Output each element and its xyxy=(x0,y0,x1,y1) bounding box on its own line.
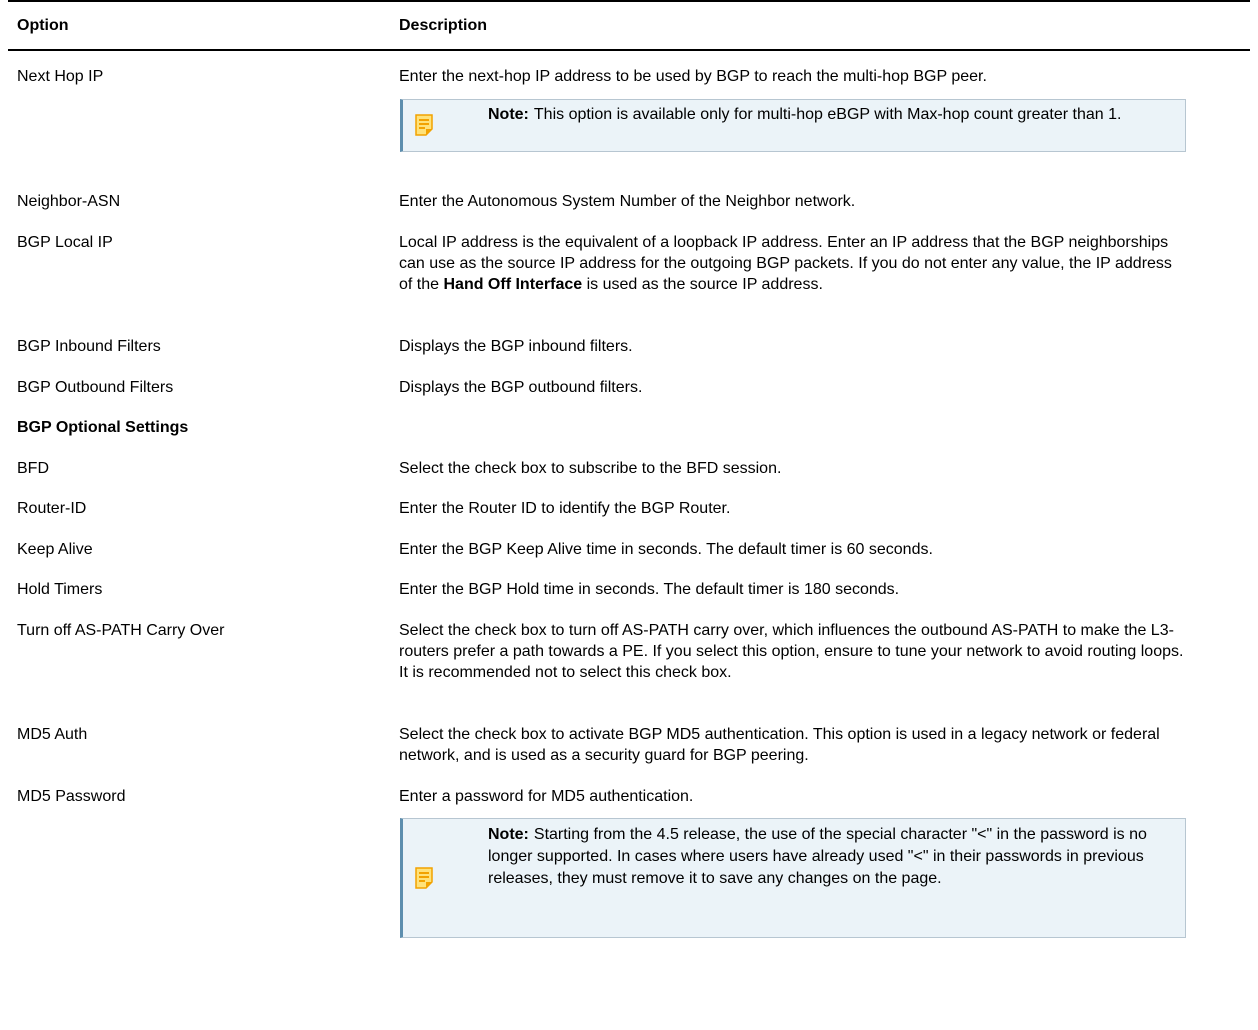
note-label: Note: xyxy=(488,106,529,123)
description-md5-auth: Select the check box to activate BGP MD5… xyxy=(399,726,1160,764)
header-description: Description xyxy=(399,17,488,34)
description-next-hop-ip: Enter the next-hop IP address to be used… xyxy=(399,68,987,85)
description-md5-password: Enter a password for MD5 authentication. xyxy=(399,788,694,805)
hand-off-interface-term: Hand Off Interface xyxy=(443,276,583,293)
group-bgp-optional-settings: BGP Optional Settings xyxy=(17,419,189,436)
option-router-id: Router-ID xyxy=(17,500,87,517)
option-turn-off-as-path-carry-over: Turn off AS-PATH Carry Over xyxy=(17,622,225,639)
description-bgp-local-ip: Local IP address is the equivalent of a … xyxy=(399,232,1189,295)
description-neighbor-asn: Enter the Autonomous System Number of th… xyxy=(399,193,856,210)
option-keep-alive: Keep Alive xyxy=(17,541,93,558)
note-box: Note: This option is available only for m… xyxy=(400,99,1186,152)
option-hold-timers: Hold Timers xyxy=(17,581,103,598)
note-box: Note: Starting from the 4.5 release, the … xyxy=(400,818,1186,938)
note-icon xyxy=(415,114,433,136)
table-header: Option Description xyxy=(8,0,1250,51)
note-label: Note: xyxy=(488,826,529,843)
description-bgp-inbound-filters: Displays the BGP inbound filters. xyxy=(399,338,633,355)
option-next-hop-ip: Next Hop IP xyxy=(17,68,104,85)
note-content: This option is available only for multi-… xyxy=(533,106,1122,123)
option-bfd: BFD xyxy=(17,460,49,477)
option-bgp-local-ip: BGP Local IP xyxy=(17,234,113,251)
option-md5-auth: MD5 Auth xyxy=(17,726,88,743)
description-turn-off-as-path-carry-over: Select the check box to turn off AS-PATH… xyxy=(399,622,1184,681)
description-hold-timers: Enter the BGP Hold time in seconds. The … xyxy=(399,581,900,598)
header-option: Option xyxy=(17,17,69,34)
description-text: is used as the source IP address. xyxy=(582,276,823,293)
note-text: Note: Starting from the 4.5 release, the … xyxy=(488,824,1171,890)
option-neighbor-asn: Neighbor-ASN xyxy=(17,193,121,210)
description-router-id: Enter the Router ID to identify the BGP … xyxy=(399,500,731,517)
option-md5-password: MD5 Password xyxy=(17,788,126,805)
note-content: Starting from the 4.5 release, the use o… xyxy=(488,826,1147,887)
description-keep-alive: Enter the BGP Keep Alive time in seconds… xyxy=(399,541,933,558)
option-bgp-inbound-filters: BGP Inbound Filters xyxy=(17,338,161,355)
description-bgp-outbound-filters: Displays the BGP outbound filters. xyxy=(399,379,643,396)
description-bfd: Select the check box to subscribe to the… xyxy=(399,460,782,477)
note-text: Note: This option is available only for m… xyxy=(488,104,1171,126)
note-icon xyxy=(415,867,433,889)
option-bgp-outbound-filters: BGP Outbound Filters xyxy=(17,379,174,396)
